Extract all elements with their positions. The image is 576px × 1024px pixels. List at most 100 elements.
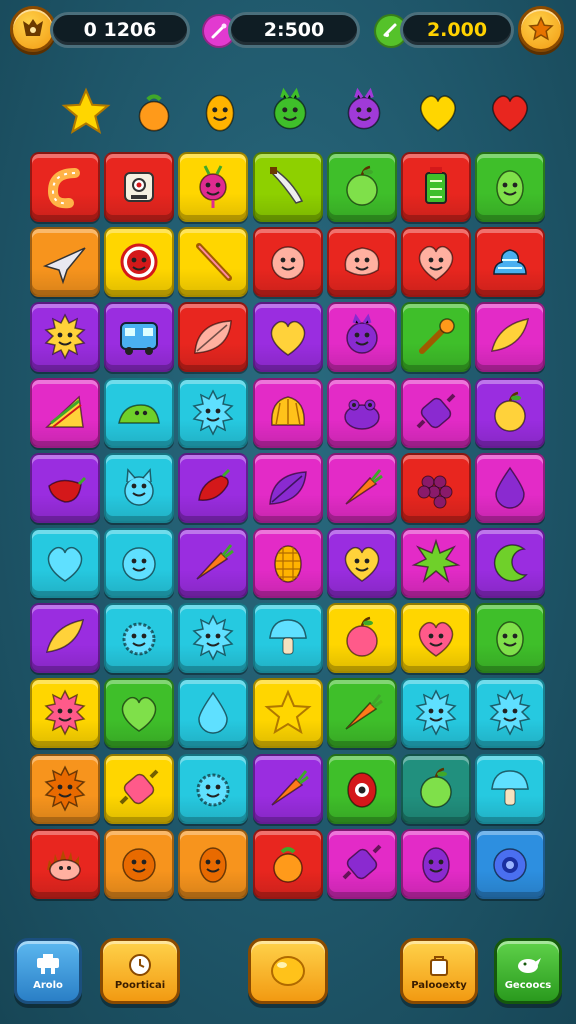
board-tile[interactable] (252, 828, 323, 899)
board-tile[interactable] (401, 152, 471, 222)
board-tile[interactable] (401, 828, 471, 899)
board-tile[interactable] (475, 828, 546, 899)
gecoocs-button[interactable]: Gecoocs (494, 938, 562, 1004)
egg-icon (422, 847, 450, 883)
board-tile[interactable] (178, 377, 249, 448)
board-tile[interactable] (104, 302, 175, 373)
board-tile[interactable] (252, 377, 323, 448)
favorites-button[interactable] (518, 6, 564, 52)
board-tile[interactable] (252, 152, 323, 222)
arolo-button[interactable]: Arolo (14, 938, 82, 1004)
board-tile[interactable] (104, 377, 175, 448)
board-tile[interactable] (326, 227, 397, 298)
board-tile[interactable] (252, 227, 323, 298)
board-tile[interactable] (401, 452, 471, 523)
board-tile[interactable] (104, 678, 175, 749)
board-tile[interactable] (475, 302, 546, 373)
board-tile[interactable] (401, 302, 471, 373)
board-tile[interactable] (475, 227, 546, 298)
board-tile[interactable] (401, 678, 471, 749)
sun-icon (44, 764, 86, 812)
board-tile[interactable] (326, 678, 397, 749)
grapes-icon (417, 475, 453, 509)
board-tile[interactable] (178, 452, 249, 523)
center-button[interactable] (248, 938, 328, 1004)
board-tile[interactable] (30, 377, 100, 448)
yellow-heart-icon (402, 76, 474, 148)
board-tile[interactable] (326, 753, 397, 824)
board-tile[interactable] (326, 152, 397, 222)
board-tile[interactable] (30, 753, 100, 824)
heart-icon (270, 321, 305, 357)
board-tile[interactable] (30, 227, 100, 298)
board-tile[interactable] (30, 828, 100, 899)
board-tile[interactable] (104, 152, 175, 222)
board-tile[interactable] (178, 828, 249, 899)
badge-icon (23, 19, 43, 36)
board-tile[interactable] (178, 528, 249, 598)
board-tile[interactable] (252, 678, 323, 749)
board-tile[interactable] (475, 377, 546, 448)
board-tile[interactable] (30, 528, 100, 598)
score-value: 0 1206 (83, 19, 157, 41)
board-tile[interactable] (401, 377, 471, 448)
board-tile[interactable] (475, 452, 546, 523)
board-tile[interactable] (104, 528, 175, 598)
egg-icon (496, 621, 524, 657)
face-icon (120, 243, 158, 281)
board-tile[interactable] (178, 152, 249, 222)
board-tile[interactable] (178, 753, 249, 824)
board-tile[interactable] (475, 603, 546, 674)
board-tile[interactable] (252, 528, 323, 598)
top-hud: 0 1206 2:500 2.000 (0, 0, 576, 62)
board-tile[interactable] (104, 227, 175, 298)
board-tile[interactable] (30, 302, 100, 373)
board-tile[interactable] (475, 152, 546, 222)
gold-value: 2.000 (426, 19, 488, 41)
wrench-icon (419, 318, 455, 355)
board-tile[interactable] (178, 678, 249, 749)
smile-ball-icon (270, 246, 305, 280)
radish-icon (199, 165, 228, 208)
board-tile[interactable] (30, 452, 100, 523)
board-tile[interactable] (104, 753, 175, 824)
bird-icon (518, 957, 541, 973)
board-tile[interactable] (178, 227, 249, 298)
hedgehog-icon (47, 849, 81, 881)
board-tile[interactable] (326, 603, 397, 674)
apple-icon (494, 391, 526, 432)
board-tile[interactable] (252, 302, 323, 373)
board-tile[interactable] (401, 227, 471, 298)
poorticai-button[interactable]: Poorticai (100, 938, 180, 1004)
board-tile[interactable] (475, 678, 546, 749)
board-tile[interactable] (178, 302, 249, 373)
board-tile[interactable] (401, 528, 471, 598)
board-tile[interactable] (104, 828, 175, 899)
board-tile[interactable] (30, 678, 100, 749)
heart-face-icon (418, 622, 454, 658)
board-tile[interactable] (475, 528, 546, 598)
board-tile[interactable] (326, 302, 397, 373)
frog-icon (344, 399, 380, 430)
board-tile[interactable] (326, 828, 397, 899)
egg-icon (496, 170, 524, 206)
board-tile[interactable] (401, 603, 471, 674)
apple-icon (420, 767, 452, 808)
board-tile[interactable] (252, 753, 323, 824)
board-tile[interactable] (104, 452, 175, 523)
board-tile[interactable] (178, 603, 249, 674)
leaf-icon (268, 470, 307, 505)
board-tile[interactable] (252, 452, 323, 523)
palooexty-button[interactable]: Palooexty (400, 938, 478, 1004)
board-tile[interactable] (252, 603, 323, 674)
board-tile[interactable] (401, 753, 471, 824)
board-tile[interactable] (326, 452, 397, 523)
board-tile[interactable] (30, 152, 100, 222)
leaf-icon (194, 320, 233, 355)
board-tile[interactable] (475, 753, 546, 824)
board-tile[interactable] (326, 528, 397, 598)
board-tile[interactable] (104, 603, 175, 674)
blob-icon (344, 247, 380, 276)
board-tile[interactable] (30, 603, 100, 674)
board-tile[interactable] (326, 377, 397, 448)
